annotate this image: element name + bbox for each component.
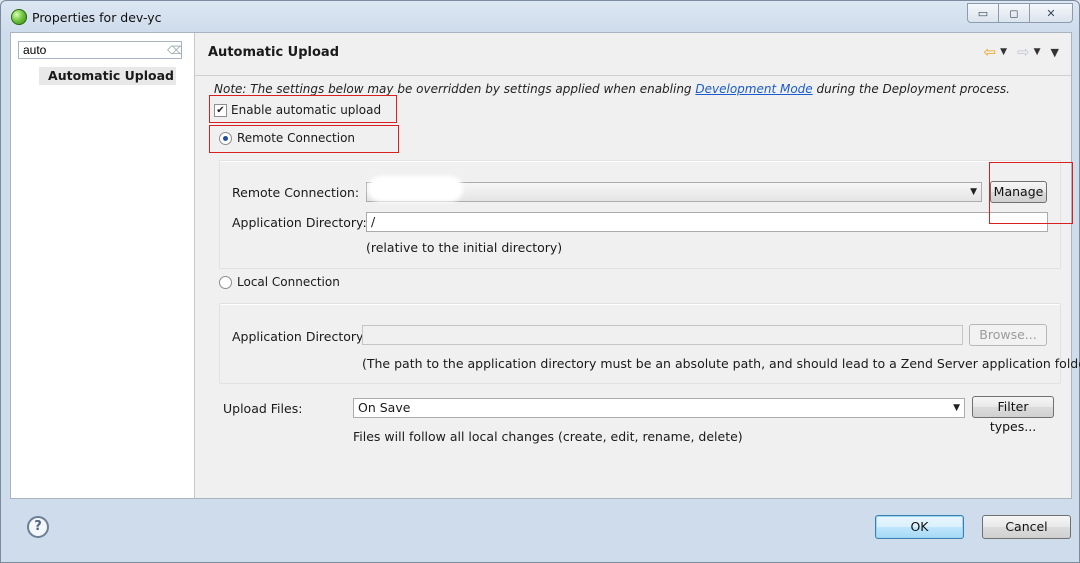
ok-button[interactable]: OK: [875, 515, 964, 539]
remote-connection-label: Remote Connection:: [232, 185, 360, 200]
dialog-footer: ? OK Cancel: [10, 498, 1071, 558]
close-button[interactable]: ✕: [1029, 3, 1073, 23]
help-icon[interactable]: ?: [27, 516, 49, 538]
sidebar-item-automatic-upload[interactable]: Automatic Upload: [39, 67, 176, 85]
highlight-box-remote: [209, 125, 399, 153]
window-title: Properties for dev-yc: [32, 10, 162, 25]
title-bar: Properties for dev-yc ▭ ◻ ✕: [1, 1, 1079, 33]
remote-app-dir-hint: (relative to the initial directory): [366, 240, 563, 255]
eclipse-icon: [11, 9, 27, 25]
view-menu-icon[interactable]: ▼: [1051, 46, 1059, 59]
local-connection-radio[interactable]: [219, 275, 232, 289]
development-mode-link[interactable]: Development Mode: [695, 82, 812, 96]
upload-files-label: Upload Files:: [223, 401, 303, 416]
forward-arrow-icon[interactable]: ⇨: [1017, 43, 1030, 61]
local-app-dir-input[interactable]: [362, 325, 963, 345]
chevron-down-icon: ▼: [970, 187, 977, 197]
forward-dropdown-icon[interactable]: ▼: [1034, 47, 1041, 57]
local-app-dir-hint: (The path to the application directory m…: [362, 356, 1080, 371]
clear-filter-icon[interactable]: ⌫: [167, 44, 183, 57]
note-text: Note: The settings below may be overridd…: [214, 82, 1010, 96]
highlight-box-enable: [209, 95, 397, 123]
back-dropdown-icon[interactable]: ▼: [1000, 47, 1007, 57]
upload-files-select[interactable]: On Save ▼: [353, 398, 965, 418]
filter-input[interactable]: [18, 41, 182, 59]
highlight-box-manage: [989, 162, 1073, 224]
note-prefix: Note: The settings below may be overridd…: [214, 82, 696, 96]
upload-files-hint: Files will follow all local changes (cre…: [353, 429, 743, 444]
note-suffix: during the Deployment process.: [812, 82, 1010, 96]
main-pane: Automatic Upload ⇦ ▼ ⇨ ▼ ▼ Note: The set…: [195, 33, 1080, 498]
browse-button[interactable]: Browse...: [969, 324, 1047, 346]
upload-files-value: On Save: [358, 400, 411, 415]
remote-app-dir-input[interactable]: /: [366, 212, 1048, 232]
properties-dialog: Properties for dev-yc ▭ ◻ ✕ ⌫ Automatic …: [0, 0, 1080, 563]
minimize-button[interactable]: ▭: [967, 3, 999, 23]
remote-connection-group: Remote Connection: ▼ Manage Application …: [219, 160, 1061, 269]
redacted-value: [368, 176, 463, 202]
local-app-dir-label: Application Directory:: [232, 329, 367, 344]
local-connection-radio-row[interactable]: Local Connection: [219, 275, 340, 289]
title-divider: [195, 75, 1071, 76]
dialog-content: ⌫ Automatic Upload Automatic Upload ⇦ ▼ …: [10, 32, 1080, 499]
page-navigation: ⇦ ▼ ⇨ ▼ ▼: [984, 43, 1065, 61]
remote-app-dir-label: Application Directory:: [232, 215, 367, 230]
maximize-button[interactable]: ◻: [998, 3, 1030, 23]
local-connection-group: Application Directory: Browse... (The pa…: [219, 303, 1080, 384]
window-controls: ▭ ◻ ✕: [967, 3, 1073, 23]
sidebar: ⌫ Automatic Upload: [11, 33, 195, 498]
chevron-down-icon: ▼: [953, 403, 960, 413]
page-title: Automatic Upload: [208, 45, 340, 60]
filter-types-button[interactable]: Filter types...: [972, 396, 1054, 434]
cancel-button[interactable]: Cancel: [982, 515, 1071, 539]
back-arrow-icon[interactable]: ⇦: [984, 43, 997, 61]
local-connection-radio-label: Local Connection: [237, 275, 340, 289]
